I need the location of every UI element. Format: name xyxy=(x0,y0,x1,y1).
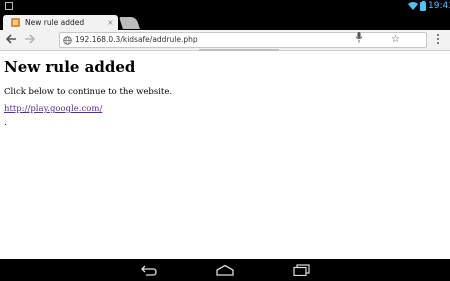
forward-arrow-icon[interactable] xyxy=(24,33,36,45)
trailing-text: . xyxy=(4,118,7,128)
recent-apps-icon[interactable] xyxy=(293,264,310,276)
tab-new-rule-added[interactable]: New rule added × xyxy=(3,15,118,30)
microphone-icon[interactable] xyxy=(355,32,363,43)
url-text[interactable]: 192.168.0.3/kidsafe/addrule.php xyxy=(75,33,198,47)
back-arrow-icon[interactable] xyxy=(5,33,17,45)
page-heading: New rule added xyxy=(4,58,136,76)
tab-strip: New rule added × xyxy=(0,13,450,30)
status-bar: 19:43 xyxy=(0,0,450,13)
home-nav-icon[interactable] xyxy=(215,264,235,276)
battery-icon xyxy=(420,0,426,11)
android-nav-bar xyxy=(0,259,450,281)
continue-link[interactable]: http://play.google.com/ xyxy=(4,104,102,114)
tab-title: New rule added xyxy=(25,18,85,27)
bookmark-star-icon[interactable]: ☆ xyxy=(391,33,400,47)
overflow-menu-icon[interactable] xyxy=(437,34,439,46)
address-bar[interactable]: 192.168.0.3/kidsafe/addrule.php ☆ xyxy=(59,32,427,48)
page-content: New rule added Click below to continue t… xyxy=(0,51,450,259)
browser-toolbar: 192.168.0.3/kidsafe/addrule.php ☆ xyxy=(0,30,450,51)
status-time: 19:43 xyxy=(428,1,450,11)
close-tab-icon[interactable]: × xyxy=(107,15,114,30)
instruction-text: Click below to continue to the website. xyxy=(4,87,173,97)
new-tab-icon[interactable] xyxy=(119,17,140,29)
gallery-thumbnail-icon xyxy=(5,2,13,10)
wifi-icon xyxy=(408,2,418,10)
globe-icon xyxy=(63,35,72,45)
back-nav-icon[interactable] xyxy=(140,264,158,276)
kidsafe-favicon-icon xyxy=(11,18,20,27)
